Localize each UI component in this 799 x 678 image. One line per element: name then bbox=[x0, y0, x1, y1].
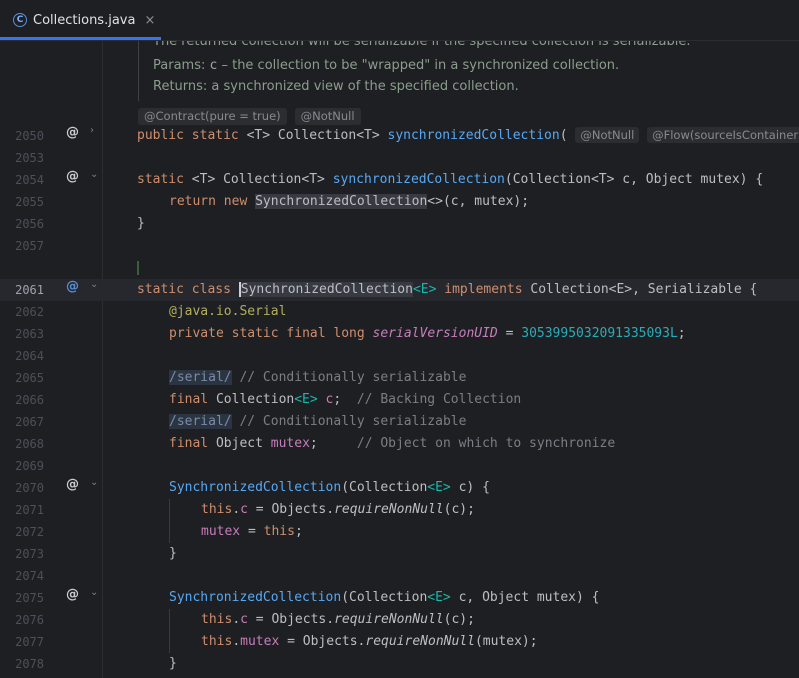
overrides-at-icon[interactable]: @ bbox=[66, 587, 79, 602]
code-line: 2065 /serial/ // Conditionally serializa… bbox=[0, 367, 799, 389]
code-text: } bbox=[137, 216, 145, 231]
code-line: 2072 mutex = this; bbox=[0, 521, 799, 543]
code-line: 2070 @ ⌄ SynchronizedCollection(Collecti… bbox=[0, 477, 799, 499]
code-line: 2076 this.c = Objects.requireNonNull(c); bbox=[0, 609, 799, 631]
code-line-current: 2061 @ ⌄ static class SynchronizedCollec… bbox=[0, 279, 799, 301]
line-number: 2062 bbox=[15, 305, 44, 319]
doc-returns: Returns: a synchronized view of the spec… bbox=[153, 79, 519, 94]
code-text: this.c = Objects.requireNonNull(c); bbox=[201, 612, 475, 627]
code-text: this.c = Objects.requireNonNull(c); bbox=[201, 502, 475, 517]
code-text: static <T> Collection<T> synchronizedCol… bbox=[137, 172, 764, 187]
chevron-down-icon[interactable]: ⌄ bbox=[90, 169, 98, 180]
code-text: this.mutex = Objects.requireNonNull(mute… bbox=[201, 634, 538, 649]
code-line: 2078 } bbox=[0, 653, 799, 675]
code-text: } bbox=[169, 656, 177, 671]
line-number: 2068 bbox=[15, 437, 44, 451]
line-number: 2075 bbox=[15, 591, 44, 605]
code-line: 2064 bbox=[0, 345, 799, 367]
code-text: static class SynchronizedCollection<E> i… bbox=[137, 282, 758, 297]
doc-summary: The returned collection will be serializ… bbox=[153, 41, 691, 49]
code-line: 2055 return new SynchronizedCollection<>… bbox=[0, 191, 799, 213]
overrides-at-icon[interactable]: @ bbox=[66, 169, 79, 184]
contract-inlay[interactable]: @Contract(pure = true) bbox=[138, 108, 287, 125]
active-tab-indicator bbox=[0, 37, 161, 40]
code-line: 2075 @ ⌄ SynchronizedCollection(Collecti… bbox=[0, 587, 799, 609]
code-line: 2067 /serial/ // Conditionally serializa… bbox=[0, 411, 799, 433]
annotation-inlays: @Contract(pure = true) @NotNull bbox=[138, 108, 361, 125]
flow-param-inlay: @Flow(sourceIsContainer bbox=[647, 127, 799, 143]
line-number: 2063 bbox=[15, 327, 44, 341]
code-line: 2074 bbox=[0, 565, 799, 587]
code-text: return new SynchronizedCollection<>(c, m… bbox=[169, 194, 530, 209]
chevron-down-icon[interactable]: ⌄ bbox=[90, 279, 98, 290]
line-number: 2067 bbox=[15, 415, 44, 429]
code-text: /serial/ // Conditionally serializable bbox=[169, 414, 467, 429]
line-number: 2069 bbox=[15, 459, 44, 473]
code-text: final Collection<E> c; // Backing Collec… bbox=[169, 392, 522, 407]
code-line: 2056 } bbox=[0, 213, 799, 235]
line-number: 2061 bbox=[15, 283, 44, 297]
notnull-param-inlay: @NotNull bbox=[575, 127, 640, 143]
editor-tab-bar: C Collections.java × bbox=[0, 0, 799, 41]
overrides-at-icon[interactable]: @ bbox=[66, 477, 79, 492]
code-line: 2069 bbox=[0, 455, 799, 477]
code-text: private static final long serialVersionU… bbox=[169, 326, 686, 341]
line-number: 2078 bbox=[15, 657, 44, 671]
chevron-down-icon[interactable]: ⌄ bbox=[90, 587, 98, 598]
code-text: SynchronizedCollection(Collection<E> c) … bbox=[169, 480, 490, 495]
code-line: 2062 @java.io.Serial bbox=[0, 301, 799, 323]
code-text: SynchronizedCollection(Collection<E> c, … bbox=[169, 590, 600, 605]
tab-title: Collections.java bbox=[33, 12, 136, 28]
javadoc-render: The returned collection will be serializ… bbox=[138, 41, 799, 101]
line-number: 2066 bbox=[15, 393, 44, 407]
change-marker bbox=[137, 261, 139, 275]
line-number: 2074 bbox=[15, 569, 44, 583]
tab-collections-java[interactable]: C Collections.java × bbox=[0, 0, 161, 40]
code-line: 2073 } bbox=[0, 543, 799, 565]
line-number: 2073 bbox=[15, 547, 44, 561]
line-number: 2070 bbox=[15, 481, 44, 495]
notnull-inlay[interactable]: @NotNull bbox=[294, 108, 361, 125]
code-text: } bbox=[169, 546, 177, 561]
close-icon[interactable]: × bbox=[144, 13, 155, 28]
doc-params: Params: c – the collection to be "wrappe… bbox=[153, 58, 620, 73]
class-c-icon: C bbox=[13, 13, 27, 27]
chevron-right-icon[interactable]: › bbox=[90, 125, 94, 136]
line-number: 2055 bbox=[15, 195, 44, 209]
code-text: final Object mutex; // Object on which t… bbox=[169, 436, 616, 451]
line-number: 2077 bbox=[15, 635, 44, 649]
code-line: 2071 this.c = Objects.requireNonNull(c); bbox=[0, 499, 799, 521]
line-number: 2076 bbox=[15, 613, 44, 627]
code-line: 2054 @ ⌄ static <T> Collection<T> synchr… bbox=[0, 169, 799, 191]
line-number: 2065 bbox=[15, 371, 44, 385]
line-number: 2071 bbox=[15, 503, 44, 517]
code-editor[interactable]: The returned collection will be serializ… bbox=[0, 41, 799, 678]
code-line: 2068 final Object mutex; // Object on wh… bbox=[0, 433, 799, 455]
code-text: @java.io.Serial bbox=[169, 304, 287, 319]
code-line: 2063 private static final long serialVer… bbox=[0, 323, 799, 345]
line-number: 2064 bbox=[15, 349, 44, 363]
code-text: mutex = this; bbox=[201, 524, 303, 539]
line-number: 2050 bbox=[15, 129, 44, 143]
code-line: 2053 bbox=[0, 147, 799, 169]
code-line: 2077 this.mutex = Objects.requireNonNull… bbox=[0, 631, 799, 653]
code-line: 2057 bbox=[0, 235, 799, 257]
chevron-down-icon[interactable]: ⌄ bbox=[90, 477, 98, 488]
line-number: 2057 bbox=[15, 239, 44, 253]
implemented-icon[interactable]: @ bbox=[66, 279, 79, 294]
line-number: 2054 bbox=[15, 173, 44, 187]
overrides-at-icon[interactable]: @ bbox=[66, 125, 79, 140]
code-text: public static <T> Collection<T> synchron… bbox=[137, 125, 799, 147]
code-line: 2050 @ › public static <T> Collection<T>… bbox=[0, 125, 799, 147]
line-number: 2072 bbox=[15, 525, 44, 539]
code-line: 2066 final Collection<E> c; // Backing C… bbox=[0, 389, 799, 411]
code-text: /serial/ // Conditionally serializable bbox=[169, 370, 467, 385]
line-number: 2056 bbox=[15, 217, 44, 231]
line-number: 2053 bbox=[15, 151, 44, 165]
